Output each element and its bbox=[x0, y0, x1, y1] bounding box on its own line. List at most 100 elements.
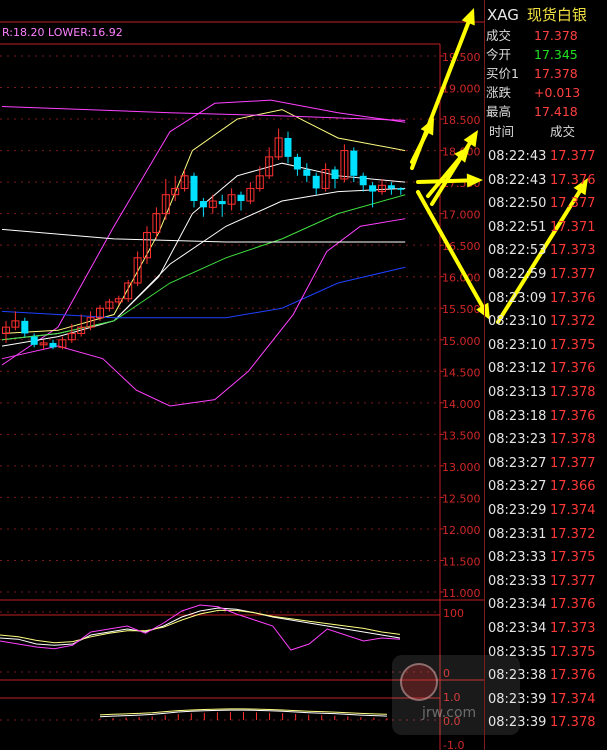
tick-time: 08:22:59 bbox=[488, 267, 547, 282]
tick-row: 08:23:33 17.375 bbox=[487, 547, 605, 569]
candle-body bbox=[237, 194, 245, 202]
tick-row: 08:23:29 17.374 bbox=[487, 500, 605, 522]
tick-row: 08:23:27 17.377 bbox=[487, 453, 605, 475]
candle-body bbox=[218, 201, 226, 205]
y-tick-label: 19.500 bbox=[442, 51, 481, 64]
tick-row: 08:23:39 17.378 bbox=[487, 712, 605, 734]
indicator-line-2 bbox=[1, 162, 406, 341]
tick-price: 17.377 bbox=[550, 267, 596, 282]
y-tick-label: 16.000 bbox=[442, 272, 481, 285]
tick-price: 17.374 bbox=[550, 691, 596, 707]
tick-row: 08:23:12 17.376 bbox=[487, 358, 605, 380]
candle-body bbox=[350, 150, 358, 176]
candle-body bbox=[397, 188, 405, 190]
tick-time: 08:22:53 bbox=[488, 243, 547, 259]
tick-time: 08:23:23 bbox=[488, 432, 547, 448]
tick-row: 08:23:27 17.366 bbox=[487, 476, 605, 498]
tick-time: 08:22:43 bbox=[488, 149, 547, 164]
y-tick-label: 15.500 bbox=[442, 303, 481, 316]
tick-time: 08:23:12 bbox=[488, 361, 547, 377]
tick-time: 08:23:27 bbox=[488, 479, 547, 495]
candle-body bbox=[303, 169, 311, 176]
y-tick-label: 12.500 bbox=[442, 492, 481, 505]
tick-time: 08:23:34 bbox=[488, 621, 547, 636]
watermark-logo-icon bbox=[400, 663, 438, 701]
tick-time: 08:22:51 bbox=[488, 219, 547, 235]
y-tick-label: -1.0 bbox=[443, 739, 464, 750]
quote-label: 涨跌 bbox=[486, 85, 512, 100]
y-tick-label: 17.000 bbox=[442, 209, 481, 222]
tick-time: 08:23:10 bbox=[488, 337, 547, 353]
y-tick-label: 12.000 bbox=[442, 524, 481, 537]
tick-time: 08:23:38 bbox=[488, 668, 547, 684]
tick-time: 08:23:39 bbox=[488, 715, 547, 731]
tick-price: 17.375 bbox=[550, 644, 596, 660]
y-tick-label: 16.500 bbox=[442, 240, 481, 253]
tick-price: 17.377 bbox=[550, 149, 596, 164]
candle-body bbox=[190, 175, 198, 202]
candle-body bbox=[331, 169, 339, 179]
tick-price: 17.371 bbox=[550, 219, 596, 235]
tick-price: 17.377 bbox=[550, 573, 596, 589]
tick-time: 08:23:10 bbox=[488, 314, 547, 330]
quote-value: 17.418 bbox=[534, 104, 578, 119]
tick-row: 08:23:38 17.376 bbox=[487, 665, 605, 687]
col-price-header: 成交 bbox=[550, 124, 576, 139]
quote-label: 今开 bbox=[486, 47, 512, 62]
tick-price: 17.373 bbox=[550, 243, 596, 259]
indicator-line-8 bbox=[1, 228, 406, 243]
oscillator-line-2 bbox=[0, 604, 401, 651]
indicator-line-1 bbox=[1, 109, 406, 334]
tick-row: 08:23:33 17.377 bbox=[487, 571, 605, 593]
indicator-line-6 bbox=[1, 218, 406, 407]
quote-row: 涨跌 +0.013 bbox=[486, 84, 606, 102]
candle-body bbox=[21, 320, 29, 334]
tick-price: 17.372 bbox=[550, 314, 596, 330]
candle-body bbox=[284, 137, 292, 157]
tick-row: 08:23:34 17.373 bbox=[487, 618, 605, 640]
y-tick-label: 11.000 bbox=[442, 587, 481, 600]
tick-price: 17.376 bbox=[550, 361, 596, 377]
indicator-line-5 bbox=[1, 266, 406, 319]
tick-time: 08:23:09 bbox=[488, 290, 547, 306]
quote-value: 17.378 bbox=[534, 28, 578, 43]
tick-price: 17.366 bbox=[550, 479, 596, 495]
tick-row: 08:22:43 17.376 bbox=[487, 170, 605, 192]
quote-value: 17.345 bbox=[534, 47, 578, 62]
tick-price: 17.374 bbox=[550, 503, 596, 518]
y-tick-label: 14.000 bbox=[442, 398, 481, 411]
quote-row: 最高 17.418 bbox=[486, 103, 606, 121]
tick-time: 08:23:33 bbox=[488, 550, 547, 566]
tick-price: 17.378 bbox=[550, 432, 596, 448]
quote-row: 今开 17.345 bbox=[486, 46, 606, 64]
candle-body bbox=[359, 175, 367, 186]
tick-price: 17.375 bbox=[550, 550, 596, 566]
symbol-code: XAG bbox=[487, 6, 519, 24]
y-tick-label: 13.500 bbox=[442, 429, 481, 442]
tick-row: 08:23:23 17.378 bbox=[487, 429, 605, 451]
tick-time: 08:23:27 bbox=[488, 455, 547, 471]
tick-time: 08:23:29 bbox=[488, 503, 547, 518]
candle-body bbox=[30, 336, 38, 345]
tick-price: 17.377 bbox=[550, 455, 596, 471]
y-tick-label: 13.000 bbox=[442, 461, 481, 474]
candle-body bbox=[312, 175, 320, 189]
tick-time: 08:22:43 bbox=[488, 172, 547, 188]
tick-time: 08:23:31 bbox=[488, 526, 547, 542]
tick-price: 17.376 bbox=[550, 290, 596, 306]
quote-label: 买价1 bbox=[486, 66, 519, 81]
indicator-line-0 bbox=[1, 99, 406, 366]
tick-price: 17.376 bbox=[550, 408, 596, 424]
y-tick-label: 100 bbox=[443, 607, 464, 620]
main-y-axis: 19.500 19.000 18.500 18.000 17.500 17.000 16.5… bbox=[440, 51, 481, 600]
tick-row: 08:23:35 17.375 bbox=[487, 642, 605, 664]
tick-row: 08:22:43 17.377 bbox=[487, 146, 605, 168]
y-tick-label: 18.000 bbox=[442, 146, 481, 159]
symbol-name: 现货白银 bbox=[526, 6, 587, 24]
y-tick-label: 18.500 bbox=[442, 114, 481, 127]
tick-row: 08:22:59 17.377 bbox=[487, 264, 605, 286]
quote-row: 买价1 17.378 bbox=[486, 65, 606, 83]
quote-value: 17.378 bbox=[534, 66, 578, 81]
main-chart-grid bbox=[0, 21, 484, 750]
tick-time: 08:23:39 bbox=[488, 691, 547, 707]
